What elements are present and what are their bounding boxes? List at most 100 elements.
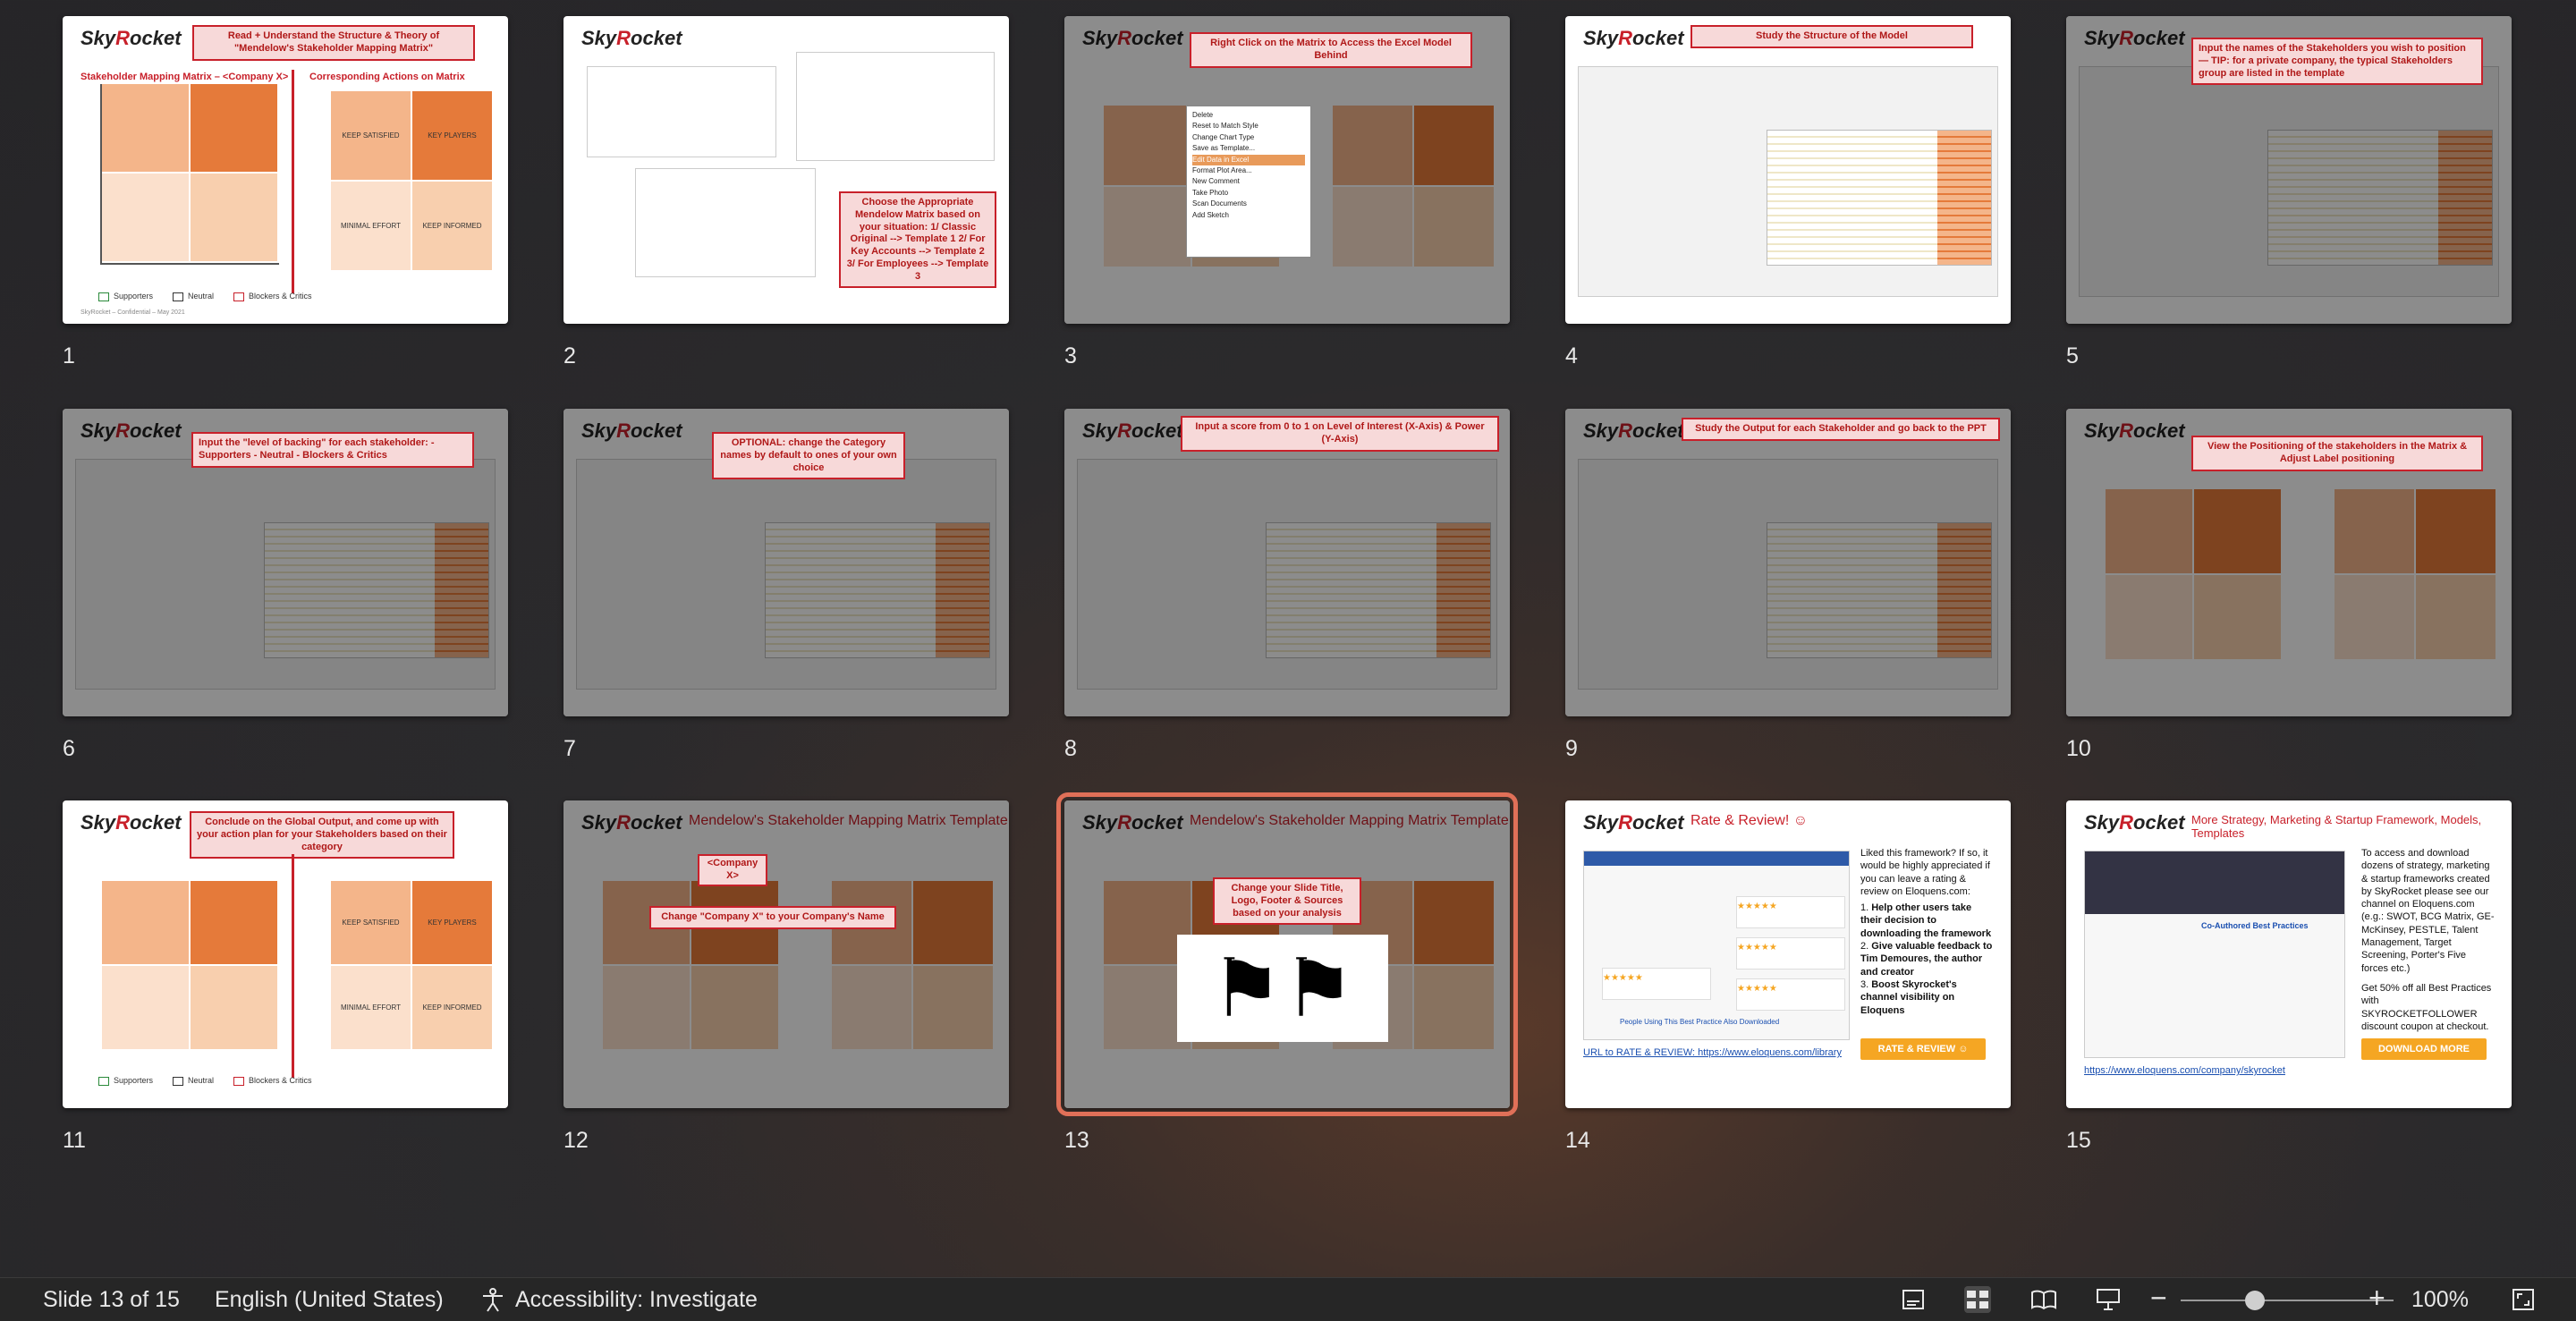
menu-item[interactable]: Save as Template...: [1192, 143, 1305, 154]
slide-3[interactable]: SkyRocket Right Click on the Matrix to A…: [1064, 16, 1510, 324]
reading-view-icon[interactable]: [2030, 1286, 2057, 1313]
fit-to-window-icon[interactable]: [2510, 1286, 2537, 1313]
language-indicator[interactable]: English (United States): [215, 1287, 444, 1313]
slide-thumb-5[interactable]: SkyRocket Input the names of the Stakeho…: [2066, 16, 2512, 368]
slide-6[interactable]: SkyRocket Input the "level of backing" f…: [63, 409, 508, 716]
menu-item[interactable]: Reset to Match Style: [1192, 121, 1305, 131]
callout-note: Input the names of the Stakeholders you …: [2191, 38, 2483, 86]
slide-number: 8: [1064, 736, 1077, 761]
slide-number: 9: [1565, 736, 1578, 761]
slide-5[interactable]: SkyRocket Input the names of the Stakeho…: [2066, 16, 2512, 324]
notes-icon[interactable]: [1900, 1286, 1927, 1313]
rate-review-button[interactable]: RATE & REVIEW ☺: [1860, 1038, 1986, 1060]
menu-item-edit-data[interactable]: Edit Data in Excel: [1192, 154, 1305, 165]
company-tag: <Company X>: [698, 854, 767, 886]
slide-thumb-8[interactable]: SkyRocket Input a score from 0 to 1 on L…: [1064, 409, 1510, 761]
slide-2[interactable]: SkyRocket Choose the Appropriate Mendelo…: [564, 16, 1009, 324]
menu-item[interactable]: Delete: [1192, 110, 1305, 121]
dim-overlay: [1064, 409, 1510, 716]
slide-title: More Strategy, Marketing & Startup Frame…: [2191, 813, 2482, 840]
slide-thumb-1[interactable]: SkyRocket Read + Understand the Structur…: [63, 16, 508, 368]
legend: Supporters Neutral Blockers & Critics: [98, 1076, 312, 1086]
slide-thumb-10[interactable]: SkyRocket View the Positioning of the st…: [2066, 409, 2512, 761]
checkered-flags-image: ⚑⚑: [1177, 935, 1388, 1042]
menu-item[interactable]: Scan Documents: [1192, 199, 1305, 209]
template-preview: [796, 52, 995, 161]
more-text: To access and download dozens of strateg…: [2361, 848, 2495, 1032]
slide-sorter-view-icon[interactable]: [1964, 1286, 1991, 1313]
callout-note: Read + Understand the Structure & Theory…: [192, 25, 475, 61]
callout-note: Right Click on the Matrix to Access the …: [1190, 32, 1472, 68]
eloquens-screenshot: ★★★★★ ★★★★★ ★★★★★ ★★★★★ People Using Thi…: [1583, 851, 1850, 1040]
zoom-slider-thumb[interactable]: [2245, 1291, 2266, 1310]
status-bar: Slide 13 of 15 English (United States) A…: [0, 1277, 2576, 1321]
x-axis: [100, 263, 279, 265]
menu-item[interactable]: Format Plot Area...: [1192, 165, 1305, 176]
menu-item[interactable]: Add Sketch: [1192, 210, 1305, 221]
zoom-slider-track[interactable]: [2181, 1300, 2394, 1301]
slide-thumb-14[interactable]: SkyRocket Rate & Review! ☺ ★★★★★ ★★★★★ ★…: [1565, 800, 2011, 1153]
slide-15[interactable]: SkyRocket More Strategy, Marketing & Sta…: [2066, 800, 2512, 1108]
slide-9[interactable]: SkyRocket Study the Output for each Stak…: [1565, 409, 2011, 716]
skyrocket-logo: SkyRocket: [581, 27, 682, 49]
callout-note: Study the Structure of the Model: [1690, 25, 1973, 48]
slide-10[interactable]: SkyRocket View the Positioning of the st…: [2066, 409, 2512, 716]
slide-number: 7: [564, 736, 576, 761]
slide-thumb-6[interactable]: SkyRocket Input the "level of backing" f…: [63, 409, 508, 761]
slide-number: 4: [1565, 343, 1578, 368]
slide-thumb-2[interactable]: SkyRocket Choose the Appropriate Mendelo…: [564, 16, 1009, 368]
slide-thumb-4[interactable]: SkyRocket Study the Structure of the Mod…: [1565, 16, 2011, 368]
slide-number: 1: [63, 343, 75, 368]
slide-13-selected[interactable]: SkyRocket Mendelow's Stakeholder Mapping…: [1056, 792, 1518, 1116]
actions-title: Corresponding Actions on Matrix: [309, 72, 465, 82]
slide-number: 14: [1565, 1128, 1590, 1153]
slide-footer: SkyRocket – Confidential – May 2021: [80, 309, 185, 316]
slide-1[interactable]: SkyRocket Read + Understand the Structur…: [63, 16, 508, 324]
callout-note: View the Positioning of the stakeholders…: [2191, 436, 2483, 471]
skyrocket-channel-link[interactable]: https://www.eloquens.com/company/skyrock…: [2084, 1065, 2285, 1076]
menu-item[interactable]: New Comment: [1192, 176, 1305, 187]
presenter-view-icon[interactable]: [2095, 1286, 2122, 1313]
menu-item[interactable]: Change Chart Type: [1192, 132, 1305, 143]
zoom-level[interactable]: 100%: [2411, 1287, 2469, 1313]
slide-thumb-13[interactable]: SkyRocket Mendelow's Stakeholder Mapping…: [1056, 792, 1518, 1153]
slide-counter[interactable]: Slide 13 of 15: [43, 1287, 180, 1313]
callout-note: OPTIONAL: change the Category names by d…: [712, 432, 905, 480]
zoom-out-button[interactable]: −: [2150, 1282, 2167, 1315]
accessibility-icon[interactable]: [479, 1287, 506, 1318]
download-more-button[interactable]: DOWNLOAD MORE: [2361, 1038, 2487, 1060]
slide-7[interactable]: SkyRocket OPTIONAL: change the Category …: [564, 409, 1009, 716]
slide-number: 5: [2066, 343, 2079, 368]
slide-4[interactable]: SkyRocket Study the Structure of the Mod…: [1565, 16, 2011, 324]
slide-thumb-9[interactable]: SkyRocket Study the Output for each Stak…: [1565, 409, 2011, 761]
eloquens-channel-screenshot: Co-Authored Best Practices: [2084, 851, 2345, 1058]
callout-note: Study the Output for each Stakeholder an…: [1682, 418, 2000, 441]
slide-thumb-7[interactable]: SkyRocket OPTIONAL: change the Category …: [564, 409, 1009, 761]
zoom-in-button[interactable]: +: [2368, 1282, 2385, 1315]
slide-14[interactable]: SkyRocket Rate & Review! ☺ ★★★★★ ★★★★★ ★…: [1565, 800, 2011, 1108]
slide-number: 2: [564, 343, 576, 368]
slide-number: 11: [63, 1128, 86, 1153]
template-preview: [635, 168, 816, 277]
slide-12[interactable]: SkyRocket Mendelow's Stakeholder Mapping…: [564, 800, 1009, 1108]
accessibility-status[interactable]: Accessibility: Investigate: [515, 1287, 758, 1313]
slide-number: 12: [564, 1128, 589, 1153]
callout-note: Input the "level of backing" for each st…: [191, 432, 474, 468]
excel-screenshot: [1578, 66, 1998, 297]
context-menu[interactable]: Delete Reset to Match Style Change Chart…: [1186, 106, 1311, 258]
slide-number: 13: [1064, 1128, 1089, 1153]
matrix-title: Stakeholder Mapping Matrix – <Company X>: [80, 72, 289, 82]
slide-8[interactable]: SkyRocket Input a score from 0 to 1 on L…: [1064, 409, 1510, 716]
skyrocket-logo: SkyRocket: [1583, 811, 1684, 834]
review-url-link[interactable]: URL to RATE & REVIEW: https://www.eloque…: [1583, 1047, 1842, 1058]
slide-thumb-11[interactable]: SkyRocket Conclude on the Global Output,…: [63, 800, 508, 1153]
slide-thumb-3[interactable]: SkyRocket Right Click on the Matrix to A…: [1064, 16, 1510, 368]
slide-11[interactable]: SkyRocket Conclude on the Global Output,…: [63, 800, 508, 1108]
review-text: Liked this framework? If so, it would be…: [1860, 848, 1993, 1016]
actions-matrix: KEEP SATISFIED KEY PLAYERS MINIMAL EFFORT…: [331, 91, 492, 270]
slide-thumb-15[interactable]: SkyRocket More Strategy, Marketing & Sta…: [2066, 800, 2512, 1153]
menu-item[interactable]: Take Photo: [1192, 188, 1305, 199]
divider: [292, 70, 294, 293]
actions-matrix: KEEP SATISFIED KEY PLAYERS MINIMAL EFFORT…: [331, 881, 492, 1049]
slide-thumb-12[interactable]: SkyRocket Mendelow's Stakeholder Mapping…: [564, 800, 1009, 1153]
